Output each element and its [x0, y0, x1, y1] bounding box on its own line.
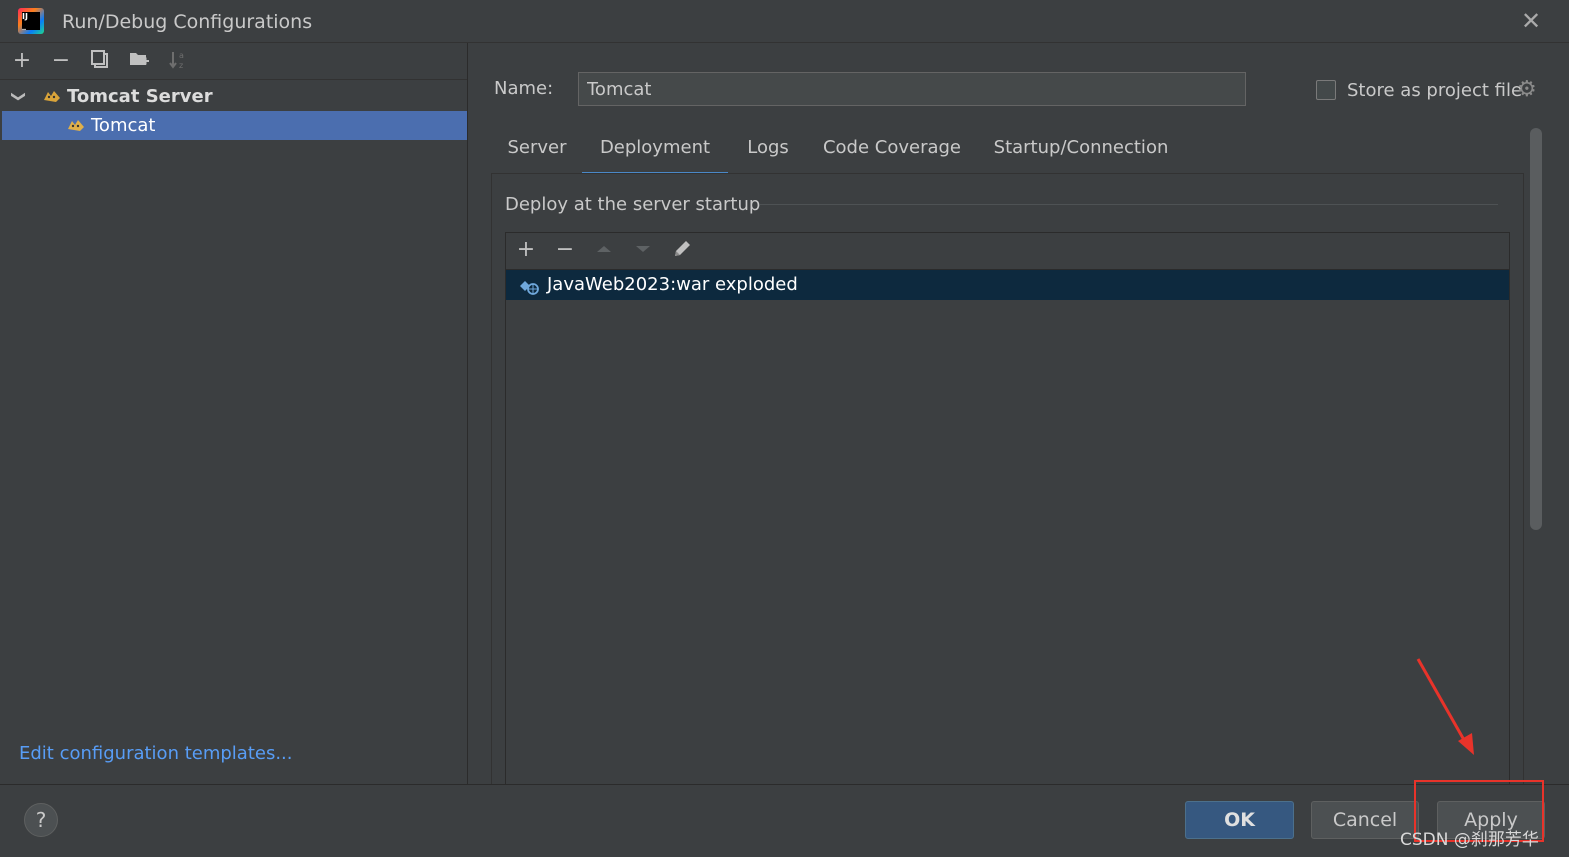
tab-startup-connection[interactable]: Startup/Connection [986, 128, 1176, 172]
intellij-app-icon: IJ _ [18, 8, 44, 34]
help-button[interactable]: ? [24, 803, 58, 837]
section-separator [760, 204, 1498, 205]
tree-group-label: Tomcat Server [67, 86, 213, 107]
window-title: Run/Debug Configurations [62, 11, 313, 33]
move-down-button[interactable] [631, 238, 655, 262]
arrow-down-icon [636, 246, 650, 252]
tree-item-label: Tomcat [91, 115, 156, 136]
annotation-arrow [1416, 658, 1474, 755]
gear-icon[interactable]: ⚙ [1517, 79, 1539, 101]
svg-text:a: a [179, 51, 184, 60]
watermark: CSDN @刹那芳华 [1400, 830, 1539, 850]
artifact-web-icon [520, 281, 539, 295]
arrow-up-icon [597, 246, 611, 252]
edit-configuration-templates-link[interactable]: Edit configuration templates... [19, 743, 293, 764]
tab-logs[interactable]: Logs [738, 128, 798, 172]
copy-configuration-button[interactable] [88, 49, 112, 73]
artifact-label: JavaWeb2023:war exploded [547, 274, 798, 295]
tab-deployment[interactable]: Deployment [582, 128, 728, 175]
close-button[interactable]: ✕ [1518, 8, 1544, 34]
tab-server[interactable]: Server [502, 128, 572, 172]
tree-group-tomcat-server[interactable]: ❯ Tomcat Server [2, 82, 467, 111]
add-configuration-button[interactable]: + [10, 49, 34, 73]
edit-artifact-button[interactable] [670, 238, 694, 262]
remove-artifact-button[interactable]: − [553, 238, 577, 262]
ok-button[interactable]: OK [1185, 801, 1294, 839]
vertical-scrollbar[interactable] [1530, 128, 1542, 530]
store-as-project-file-label[interactable]: Store as project file [1347, 80, 1522, 101]
tomcat-icon [44, 91, 60, 102]
list-item[interactable]: JavaWeb2023:war exploded [506, 270, 1509, 300]
tomcat-icon [68, 120, 84, 131]
name-label: Name: [494, 78, 554, 99]
copy-icon [91, 50, 108, 68]
sort-configurations-button[interactable]: az [166, 49, 190, 73]
move-up-button[interactable] [592, 238, 616, 262]
deploy-section-title: Deploy at the server startup [505, 194, 761, 215]
pencil-icon [675, 241, 690, 256]
deployment-toolbar: + − [506, 233, 1509, 270]
tree-item-tomcat[interactable]: Tomcat [2, 111, 467, 140]
tab-code-coverage[interactable]: Code Coverage [816, 128, 968, 172]
configurations-toolbar: + − az [0, 43, 467, 80]
store-as-project-file-checkbox[interactable] [1316, 80, 1336, 100]
chevron-down-icon: ❯ [10, 90, 27, 103]
name-input[interactable] [578, 72, 1246, 106]
add-artifact-button[interactable]: + [514, 238, 538, 262]
sort-alphabetically-icon: az [169, 51, 184, 70]
folder-add-icon [130, 53, 149, 65]
move-to-folder-button[interactable] [127, 49, 151, 73]
remove-configuration-button[interactable]: − [49, 49, 73, 73]
deployment-artifacts-box: + − JavaWeb2023:war exploded [505, 232, 1510, 786]
artifacts-list: JavaWeb2023:war exploded [506, 270, 1509, 786]
configurations-panel: + − az ❯ Tomcat Server Tomcat Edit confi… [0, 43, 468, 784]
svg-text:z: z [179, 61, 183, 70]
